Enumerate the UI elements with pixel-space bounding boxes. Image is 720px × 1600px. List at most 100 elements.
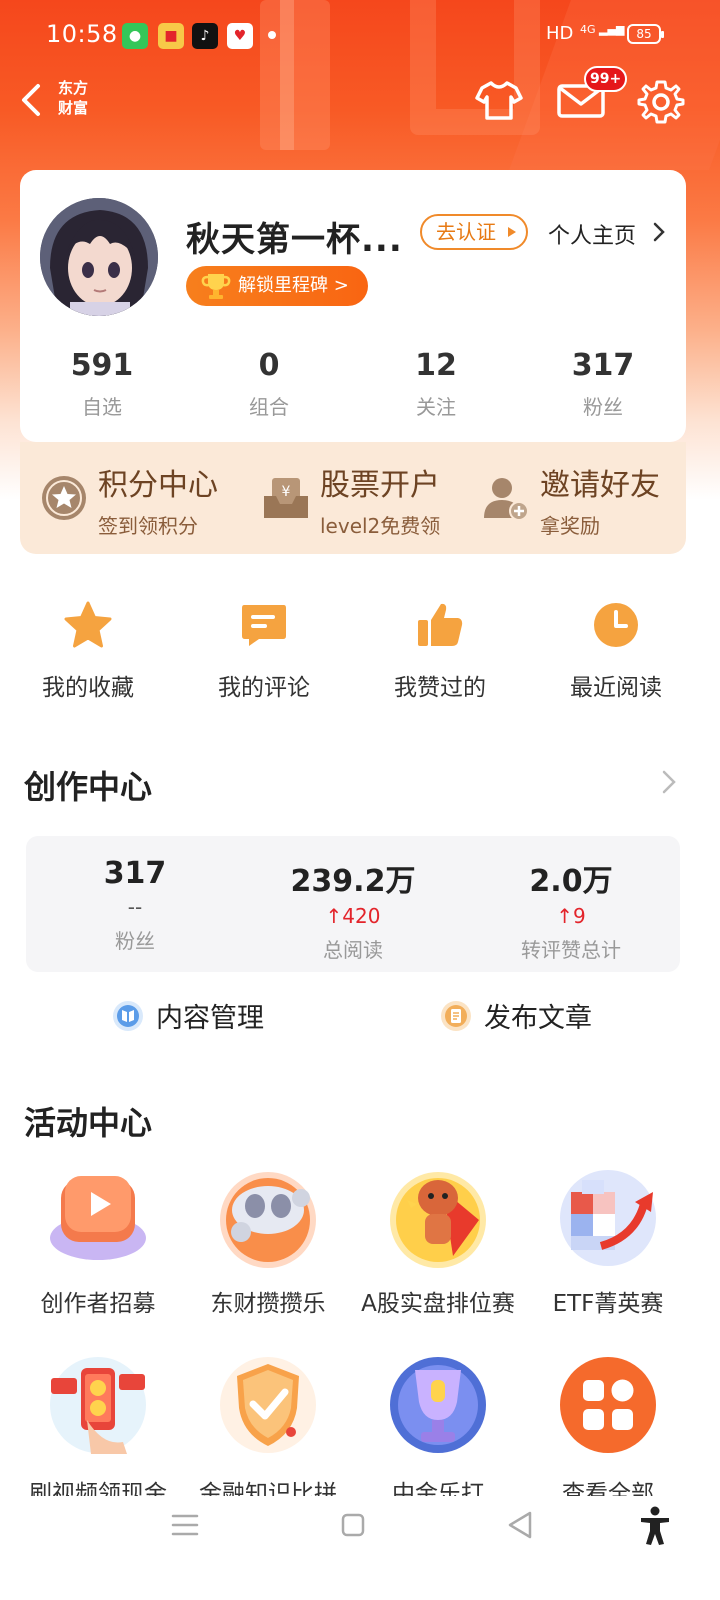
verify-label: 去认证 [436, 220, 496, 244]
creation-stat-fans[interactable]: 317 -- 粉丝 [26, 856, 244, 954]
quick-actions: 我的收藏 我的评论 我赞过的 最近阅读 [0, 590, 720, 720]
shirt-icon[interactable] [474, 78, 524, 122]
delta-value: 9 [573, 904, 586, 928]
activity-a-share-ranking[interactable]: A股实盘排位赛 [348, 1160, 528, 1318]
svg-text:¥: ¥ [282, 484, 291, 500]
delta-value: -- [127, 895, 143, 919]
stat-label: 关注 [416, 395, 456, 419]
activity-cicc-fun[interactable]: 中金乐打 [348, 1350, 528, 1500]
stat-label: 粉丝 [583, 395, 623, 419]
stat-label: 组合 [249, 395, 289, 419]
creation-stats: 317 -- 粉丝 239.2万 ↑420 总阅读 2.0万 ↑9 转评赞总计 [26, 836, 680, 972]
stat-value: 591 [70, 348, 134, 383]
earbuds-prize-image [220, 1172, 316, 1268]
quick-label: 我的收藏 [42, 675, 134, 701]
creation-stat-value: 2.0万 [529, 864, 613, 899]
avatar[interactable] [40, 198, 158, 316]
creation-stat-reads[interactable]: 239.2万 ↑420 总阅读 [244, 856, 462, 963]
gear-icon[interactable] [636, 78, 686, 124]
mic-app-icon: ● [122, 23, 148, 49]
signal-icon: 4G ▂▄▆ [580, 23, 625, 36]
content-manage-label: 内容管理 [156, 1003, 264, 1034]
verify-button[interactable]: 去认证 [420, 214, 528, 250]
creation-stat-label: 总阅读 [323, 938, 383, 962]
cube-chart-image [560, 1170, 656, 1266]
bull-mascot-image [390, 1172, 486, 1268]
trophy-cup-image [390, 1357, 486, 1453]
benefits-strip: 积分中心 签到领积分 ¥ 股票开户 level2免费领 邀请好友 拿奖励 [20, 442, 686, 554]
chevron-right-icon [653, 222, 665, 242]
menu-icon[interactable] [170, 1512, 200, 1538]
points-star-icon [42, 476, 86, 520]
creator-recruit-image [50, 1176, 146, 1260]
activity-view-all[interactable]: 查看全部 [518, 1350, 698, 1500]
creation-stat-label: 转评赞总计 [521, 938, 621, 962]
accessibility-icon[interactable] [638, 1506, 672, 1546]
quick-liked[interactable]: 我赞过的 [352, 590, 528, 702]
quick-label: 最近阅读 [570, 675, 662, 701]
grid-apps-icon [560, 1357, 656, 1453]
milestone-label: 解锁里程碑 > [238, 275, 349, 296]
up-arrow-icon: ↑ [325, 904, 343, 928]
back-arrow-icon[interactable] [16, 80, 46, 120]
status-bar: 10:58 ● ■ ♪ ♥ HD 4G ▂▄▆ 85 [0, 0, 720, 70]
up-arrow-icon: ↑ [556, 904, 574, 928]
quick-label: 我赞过的 [394, 675, 486, 701]
activity-etf-elite[interactable]: ETF菁英赛 [518, 1160, 698, 1318]
homepage-label: 个人主页 [548, 224, 637, 249]
stat-label: 自选 [82, 395, 122, 419]
benefit-title: 积分中心 [98, 468, 218, 503]
stat-value: 12 [415, 348, 457, 383]
quick-favorites[interactable]: 我的收藏 [0, 590, 176, 702]
activity-creator-recruit[interactable]: 创作者招募 [8, 1160, 188, 1318]
quick-comments[interactable]: 我的评论 [176, 590, 352, 702]
trophy-icon [201, 274, 231, 299]
stat-portfolio[interactable]: 0 组合 [189, 348, 349, 420]
creation-stat-label: 粉丝 [115, 929, 155, 953]
delta-value: 420 [342, 904, 381, 928]
publish-article-icon [441, 1001, 471, 1031]
milestone-button[interactable]: 解锁里程碑 > [186, 266, 368, 306]
creation-stat-value: 239.2万 [290, 864, 416, 899]
brand-line2: 财富 [58, 99, 89, 117]
activity-label: 东财攒攒乐 [210, 1291, 326, 1317]
game-app-icon: ♥ [227, 23, 253, 49]
creation-center-title: 创作中心 [24, 768, 153, 806]
back-triangle-icon[interactable] [506, 1510, 534, 1540]
top-nav: 东方 财富 99+ [0, 66, 720, 140]
thumbs-up-icon [418, 603, 463, 646]
battery-icon: 85 [627, 24, 664, 44]
profile-card: 秋天第一杯... 去认证 个人主页 解锁里程碑 > 591 自选 0 组合 12 [20, 170, 686, 442]
creation-stat-delta: -- [26, 895, 244, 921]
play-triangle-icon [508, 227, 516, 237]
stat-fans[interactable]: 317 粉丝 [523, 348, 683, 420]
creation-stat-delta: ↑420 [244, 904, 462, 930]
home-square-icon[interactable] [340, 1512, 366, 1538]
network-hd: HD [546, 23, 574, 44]
stat-value: 0 [258, 348, 280, 383]
shield-check-image [220, 1357, 316, 1453]
status-time: 10:58 [46, 20, 118, 48]
activity-save-fun[interactable]: 东财攒攒乐 [178, 1160, 358, 1318]
creation-stat-delta: ↑9 [462, 904, 680, 930]
phone-cash-image [50, 1357, 146, 1454]
stat-watchlist[interactable]: 591 自选 [22, 348, 182, 420]
quick-recent[interactable]: 最近阅读 [528, 590, 704, 702]
news-app-icon: ■ [158, 23, 184, 49]
activity-video-cash[interactable]: 刷视频领现金 [8, 1350, 188, 1500]
quick-label: 我的评论 [218, 675, 310, 701]
stat-value: 317 [571, 348, 635, 383]
content-manage-icon [113, 1001, 143, 1031]
stat-following[interactable]: 12 关注 [356, 348, 516, 420]
activity-center-title: 活动中心 [24, 1104, 153, 1142]
chevron-right-icon[interactable] [660, 768, 678, 796]
creation-stat-value: 317 [103, 856, 167, 891]
publish-article-label: 发布文章 [484, 1003, 592, 1034]
creation-stat-engagement[interactable]: 2.0万 ↑9 转评赞总计 [462, 856, 680, 963]
benefit-title: 股票开户 [320, 468, 440, 503]
benefit-title: 邀请好友 [540, 468, 660, 503]
comment-icon [242, 605, 286, 646]
homepage-link[interactable]: 个人主页 [548, 218, 665, 250]
brand-logo: 东方 财富 [58, 78, 98, 118]
activity-finance-quiz[interactable]: 金融知识比拼 [178, 1350, 358, 1500]
